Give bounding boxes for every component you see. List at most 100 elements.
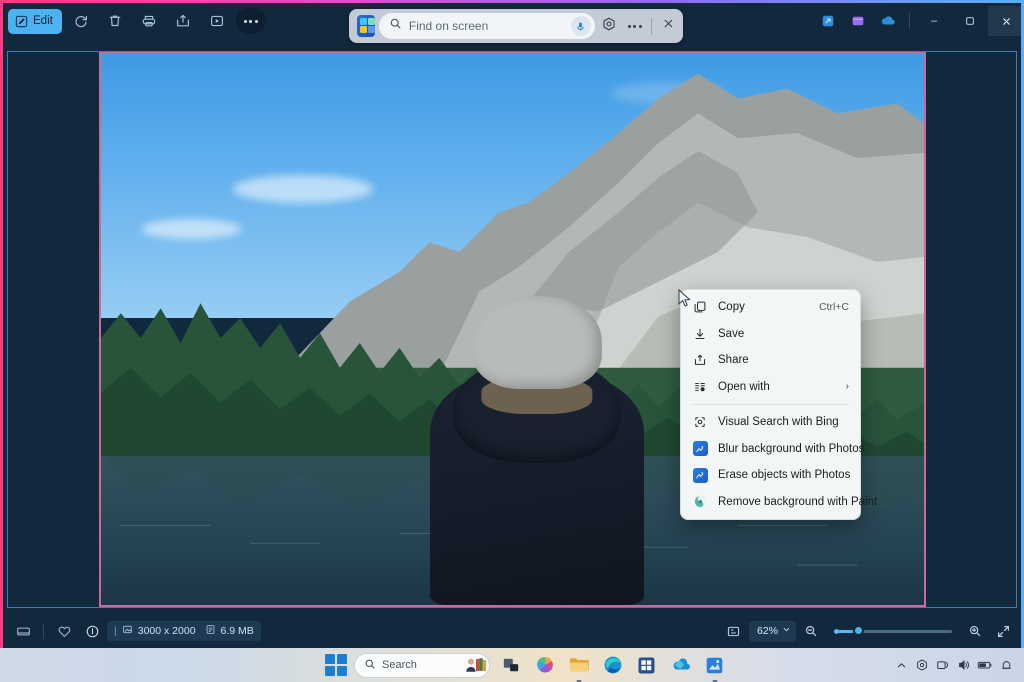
zoom-controls: 62% bbox=[721, 619, 1024, 643]
menu-item-shortcut: Ctrl+C bbox=[818, 301, 849, 314]
copilot-tray-icon[interactable] bbox=[912, 654, 932, 676]
search-icon bbox=[389, 17, 402, 35]
notification-tray-icon[interactable] bbox=[996, 654, 1016, 676]
file-explorer-button[interactable] bbox=[565, 652, 592, 682]
menu-item-label: Copy bbox=[718, 301, 745, 314]
actual-size-button[interactable] bbox=[721, 619, 747, 643]
share-button[interactable] bbox=[168, 8, 198, 34]
titlebar-divider bbox=[909, 13, 910, 29]
edit-button[interactable]: Edit bbox=[8, 8, 62, 34]
menu-item-open-with[interactable]: Open with › bbox=[684, 374, 857, 401]
see-more-button[interactable] bbox=[235, 8, 266, 34]
menu-item-label: Share bbox=[718, 354, 749, 367]
mouse-cursor bbox=[678, 289, 691, 307]
ellipsis-icon bbox=[627, 24, 642, 28]
maximize-button[interactable] bbox=[952, 6, 988, 36]
menu-item-erase-objects-with-photos[interactable]: Erase objects with Photos bbox=[684, 462, 857, 489]
zoom-slider[interactable] bbox=[834, 621, 952, 641]
menu-item-label: Visual Search with Bing bbox=[718, 416, 839, 429]
close-icon bbox=[662, 17, 675, 35]
menu-item-save[interactable]: Save bbox=[684, 321, 857, 348]
battery-tray-icon[interactable] bbox=[975, 654, 995, 676]
search-avatar bbox=[465, 655, 487, 675]
rotate-button[interactable] bbox=[66, 8, 96, 34]
store-button[interactable] bbox=[633, 652, 660, 679]
start-button[interactable] bbox=[325, 654, 347, 676]
menu-item-share[interactable]: Share bbox=[684, 347, 857, 374]
chevron-down-icon bbox=[782, 625, 791, 637]
onedrive-button[interactable] bbox=[667, 652, 694, 679]
menu-item-copy[interactable]: Copy Ctrl+C bbox=[684, 294, 857, 321]
edge-button[interactable] bbox=[599, 652, 626, 679]
microphone-icon[interactable] bbox=[570, 16, 591, 36]
visual-search-icon bbox=[692, 414, 708, 430]
snap-layouts-icon[interactable] bbox=[813, 8, 843, 34]
edit-icon bbox=[15, 15, 28, 28]
visual-search-button[interactable] bbox=[599, 13, 620, 39]
minimize-button[interactable]: – bbox=[916, 6, 952, 36]
task-view-button[interactable] bbox=[497, 652, 524, 679]
slideshow-button[interactable] bbox=[202, 8, 232, 34]
photos-status-bar: | 3000 x 2000 6.9 MB 62% bbox=[0, 614, 1024, 648]
zoom-in-button[interactable] bbox=[962, 619, 988, 643]
save-icon bbox=[692, 326, 708, 342]
copilot-button[interactable] bbox=[531, 652, 558, 679]
rotate-icon bbox=[73, 13, 89, 29]
menu-item-visual-search-with-bing[interactable]: Visual Search with Bing bbox=[684, 409, 857, 436]
search-input[interactable] bbox=[408, 19, 564, 33]
slideshow-icon bbox=[209, 13, 225, 29]
menu-item-label: Remove background with Paint bbox=[718, 495, 878, 508]
taskbar-search-box[interactable]: Search bbox=[354, 652, 490, 678]
volume-tray-icon[interactable] bbox=[954, 654, 974, 676]
findbar-close-button[interactable] bbox=[658, 13, 679, 39]
app-titlebar: Edit Find on screen – bbox=[0, 3, 1024, 45]
search-icon bbox=[364, 658, 376, 673]
network-tray-icon[interactable] bbox=[933, 654, 953, 676]
beanie-hat bbox=[472, 296, 602, 390]
status-divider bbox=[43, 623, 44, 639]
image-size-icon bbox=[122, 624, 133, 638]
photos-button[interactable] bbox=[701, 652, 728, 682]
photos-toolbar: Edit bbox=[8, 8, 266, 34]
zoom-out-button[interactable] bbox=[798, 619, 824, 643]
photo-canvas: Copy Ctrl+C Save Share Open with › Visua… bbox=[7, 51, 1017, 608]
ellipsis-icon bbox=[243, 19, 258, 23]
running-indicator bbox=[576, 679, 581, 682]
find-on-screen-field[interactable] bbox=[378, 13, 595, 39]
share-icon bbox=[175, 13, 191, 29]
print-button[interactable] bbox=[134, 8, 164, 34]
visual-search-icon bbox=[601, 16, 617, 37]
zoom-level-dropdown[interactable]: 62% bbox=[748, 620, 796, 642]
close-button[interactable] bbox=[988, 6, 1024, 36]
printer-icon bbox=[141, 13, 157, 29]
system-tray bbox=[891, 654, 1016, 676]
slider-thumb[interactable] bbox=[852, 625, 864, 636]
menu-item-blur-background-with-photos[interactable]: Blur background with Photos bbox=[684, 436, 864, 463]
menu-separator bbox=[692, 404, 849, 405]
findbar-divider bbox=[651, 17, 652, 35]
info-icon[interactable] bbox=[79, 619, 105, 643]
chevron-right-icon: › bbox=[845, 381, 849, 393]
onedrive-cloud-icon[interactable] bbox=[873, 8, 903, 34]
image-dimensions: 3000 x 2000 bbox=[137, 625, 196, 637]
delete-button[interactable] bbox=[100, 8, 130, 34]
file-size-icon bbox=[205, 624, 216, 638]
photos-app-icon bbox=[692, 441, 708, 457]
taskbar-search-placeholder: Search bbox=[382, 659, 417, 671]
edit-button-label: Edit bbox=[33, 15, 53, 27]
menu-item-remove-background-with-paint[interactable]: Remove background with Paint bbox=[684, 489, 877, 516]
zoom-level-value: 62% bbox=[756, 625, 778, 637]
menu-item-label: Blur background with Photos bbox=[718, 442, 865, 455]
designer-icon[interactable] bbox=[843, 8, 873, 34]
file-size: 6.9 MB bbox=[220, 625, 254, 637]
findbar-more-button[interactable] bbox=[624, 13, 645, 39]
menu-item-label: Open with bbox=[718, 380, 770, 393]
windows-taskbar: Search bbox=[0, 648, 1024, 682]
fullscreen-button[interactable] bbox=[990, 619, 1016, 643]
image-metadata-chip: | 3000 x 2000 6.9 MB bbox=[107, 621, 261, 641]
context-menu: Copy Ctrl+C Save Share Open with › Visua… bbox=[680, 289, 877, 520]
favorite-icon[interactable] bbox=[51, 619, 77, 643]
filmstrip-icon[interactable] bbox=[10, 619, 36, 643]
menu-item-label: Erase objects with Photos bbox=[718, 469, 851, 482]
show-hidden-icons-button[interactable] bbox=[891, 654, 911, 676]
